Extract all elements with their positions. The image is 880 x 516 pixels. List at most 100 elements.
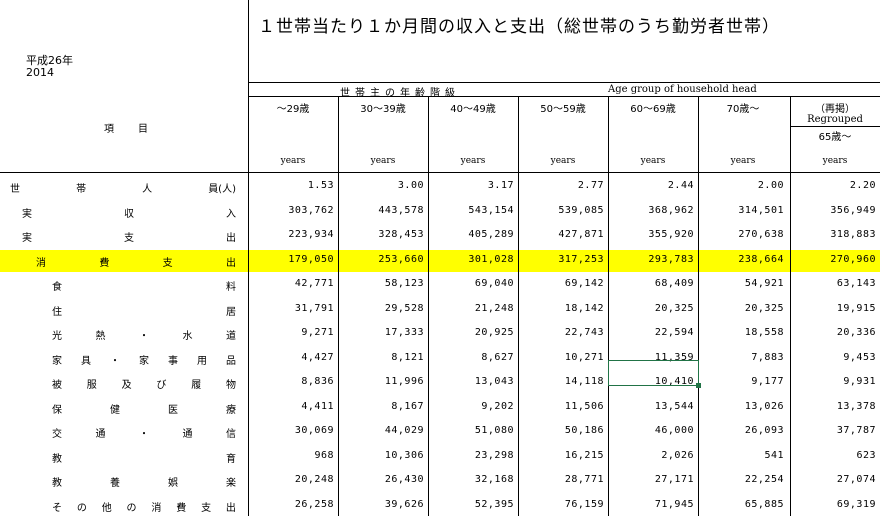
table-cell[interactable]: 20,248 xyxy=(248,474,338,485)
row-label[interactable]: 世帯人員(人) xyxy=(10,180,236,195)
table-cell[interactable]: 4,427 xyxy=(248,352,338,363)
table-cell[interactable]: 9,931 xyxy=(790,376,880,387)
table-cell[interactable]: 13,378 xyxy=(790,401,880,412)
table-cell[interactable]: 23,298 xyxy=(428,450,518,461)
table-cell[interactable]: 28,771 xyxy=(518,474,608,485)
table-cell[interactable]: 623 xyxy=(790,450,880,461)
table-cell[interactable]: 20,325 xyxy=(698,303,788,314)
table-cell[interactable]: 968 xyxy=(248,450,338,461)
row-label[interactable]: 教育 xyxy=(52,450,236,465)
row-label[interactable]: 被服及び履物 xyxy=(52,376,236,391)
table-cell[interactable]: 8,627 xyxy=(428,352,518,363)
table-cell[interactable]: 32,168 xyxy=(428,474,518,485)
table-cell[interactable]: 58,123 xyxy=(338,278,428,289)
table-cell[interactable]: 65,885 xyxy=(698,499,788,510)
table-cell[interactable]: 314,501 xyxy=(698,205,788,216)
column-header-label[interactable]: 30～39歳 xyxy=(338,100,428,115)
table-cell[interactable]: 179,050 xyxy=(248,254,338,265)
table-cell[interactable]: 26,258 xyxy=(248,499,338,510)
table-cell[interactable]: 22,594 xyxy=(608,327,698,338)
table-cell[interactable]: 51,080 xyxy=(428,425,518,436)
table-cell[interactable]: 44,029 xyxy=(338,425,428,436)
table-cell[interactable]: 238,664 xyxy=(698,254,788,265)
table-cell[interactable]: 76,159 xyxy=(518,499,608,510)
table-cell[interactable]: 31,791 xyxy=(248,303,338,314)
table-cell[interactable]: 7,883 xyxy=(698,352,788,363)
table-cell[interactable]: 8,121 xyxy=(338,352,428,363)
table-cell[interactable]: 52,395 xyxy=(428,499,518,510)
table-cell[interactable]: 11,506 xyxy=(518,401,608,412)
table-cell[interactable]: 17,333 xyxy=(338,327,428,338)
table-cell[interactable]: 541 xyxy=(698,450,788,461)
row-label[interactable]: 消費支出 xyxy=(36,254,236,269)
column-header-label[interactable]: 40～49歳 xyxy=(428,100,518,115)
table-cell[interactable]: 46,000 xyxy=(608,425,698,436)
table-cell[interactable]: 253,660 xyxy=(338,254,428,265)
table-cell[interactable]: 355,920 xyxy=(608,229,698,240)
table-cell[interactable]: 39,626 xyxy=(338,499,428,510)
table-cell[interactable]: 27,074 xyxy=(790,474,880,485)
table-cell[interactable]: 26,093 xyxy=(698,425,788,436)
table-cell[interactable]: 4,411 xyxy=(248,401,338,412)
row-label[interactable]: 家具・家事用品 xyxy=(52,352,236,367)
table-cell[interactable]: 69,040 xyxy=(428,278,518,289)
row-label[interactable]: 実支出 xyxy=(22,229,236,244)
table-cell[interactable]: 27,171 xyxy=(608,474,698,485)
row-label[interactable]: 交通・通信 xyxy=(52,425,236,440)
table-cell[interactable]: 63,143 xyxy=(790,278,880,289)
row-label[interactable]: 住居 xyxy=(52,303,236,318)
table-cell[interactable]: 1.53 xyxy=(248,180,338,191)
table-cell[interactable]: 9,453 xyxy=(790,352,880,363)
table-cell[interactable]: 328,453 xyxy=(338,229,428,240)
row-label[interactable]: 保健医療 xyxy=(52,401,236,416)
table-cell[interactable]: 18,558 xyxy=(698,327,788,338)
table-cell[interactable]: 29,528 xyxy=(338,303,428,314)
cell-selection[interactable] xyxy=(608,360,699,386)
table-cell[interactable]: 22,254 xyxy=(698,474,788,485)
table-cell[interactable]: 19,915 xyxy=(790,303,880,314)
table-cell[interactable]: 8,167 xyxy=(338,401,428,412)
table-cell[interactable]: 539,085 xyxy=(518,205,608,216)
table-cell[interactable]: 37,787 xyxy=(790,425,880,436)
row-label[interactable]: 実収入 xyxy=(22,205,236,220)
table-cell[interactable]: 20,925 xyxy=(428,327,518,338)
table-cell[interactable]: 10,306 xyxy=(338,450,428,461)
table-cell[interactable]: 69,319 xyxy=(790,499,880,510)
table-cell[interactable]: 9,177 xyxy=(698,376,788,387)
table-cell[interactable]: 26,430 xyxy=(338,474,428,485)
table-cell[interactable]: 42,771 xyxy=(248,278,338,289)
table-cell[interactable]: 9,202 xyxy=(428,401,518,412)
table-cell[interactable]: 270,638 xyxy=(698,229,788,240)
table-cell[interactable]: 16,215 xyxy=(518,450,608,461)
table-cell[interactable]: 2.44 xyxy=(608,180,698,191)
fill-handle[interactable] xyxy=(696,383,701,388)
table-cell[interactable]: 356,949 xyxy=(790,205,880,216)
table-cell[interactable]: 293,783 xyxy=(608,254,698,265)
table-cell[interactable]: 68,409 xyxy=(608,278,698,289)
table-cell[interactable]: 3.00 xyxy=(338,180,428,191)
table-cell[interactable]: 13,043 xyxy=(428,376,518,387)
table-cell[interactable]: 2.77 xyxy=(518,180,608,191)
row-label[interactable]: その他の消費支出 xyxy=(52,499,236,514)
table-cell[interactable]: 30,069 xyxy=(248,425,338,436)
table-cell[interactable]: 301,028 xyxy=(428,254,518,265)
table-cell[interactable]: 50,186 xyxy=(518,425,608,436)
table-cell[interactable]: 22,743 xyxy=(518,327,608,338)
table-cell[interactable]: 10,271 xyxy=(518,352,608,363)
table-cell[interactable]: 443,578 xyxy=(338,205,428,216)
table-cell[interactable]: 223,934 xyxy=(248,229,338,240)
table-cell[interactable]: 20,325 xyxy=(608,303,698,314)
table-cell[interactable]: 20,336 xyxy=(790,327,880,338)
table-cell[interactable]: 9,271 xyxy=(248,327,338,338)
table-cell[interactable]: 405,289 xyxy=(428,229,518,240)
table-cell[interactable]: 8,836 xyxy=(248,376,338,387)
table-cell[interactable]: 318,883 xyxy=(790,229,880,240)
table-cell[interactable]: 13,026 xyxy=(698,401,788,412)
table-cell[interactable]: 2,026 xyxy=(608,450,698,461)
table-cell[interactable]: 21,248 xyxy=(428,303,518,314)
table-cell[interactable]: 14,118 xyxy=(518,376,608,387)
table-cell[interactable]: 11,996 xyxy=(338,376,428,387)
table-cell[interactable]: 2.20 xyxy=(790,180,880,191)
table-cell[interactable]: 18,142 xyxy=(518,303,608,314)
table-cell[interactable]: 2.00 xyxy=(698,180,788,191)
